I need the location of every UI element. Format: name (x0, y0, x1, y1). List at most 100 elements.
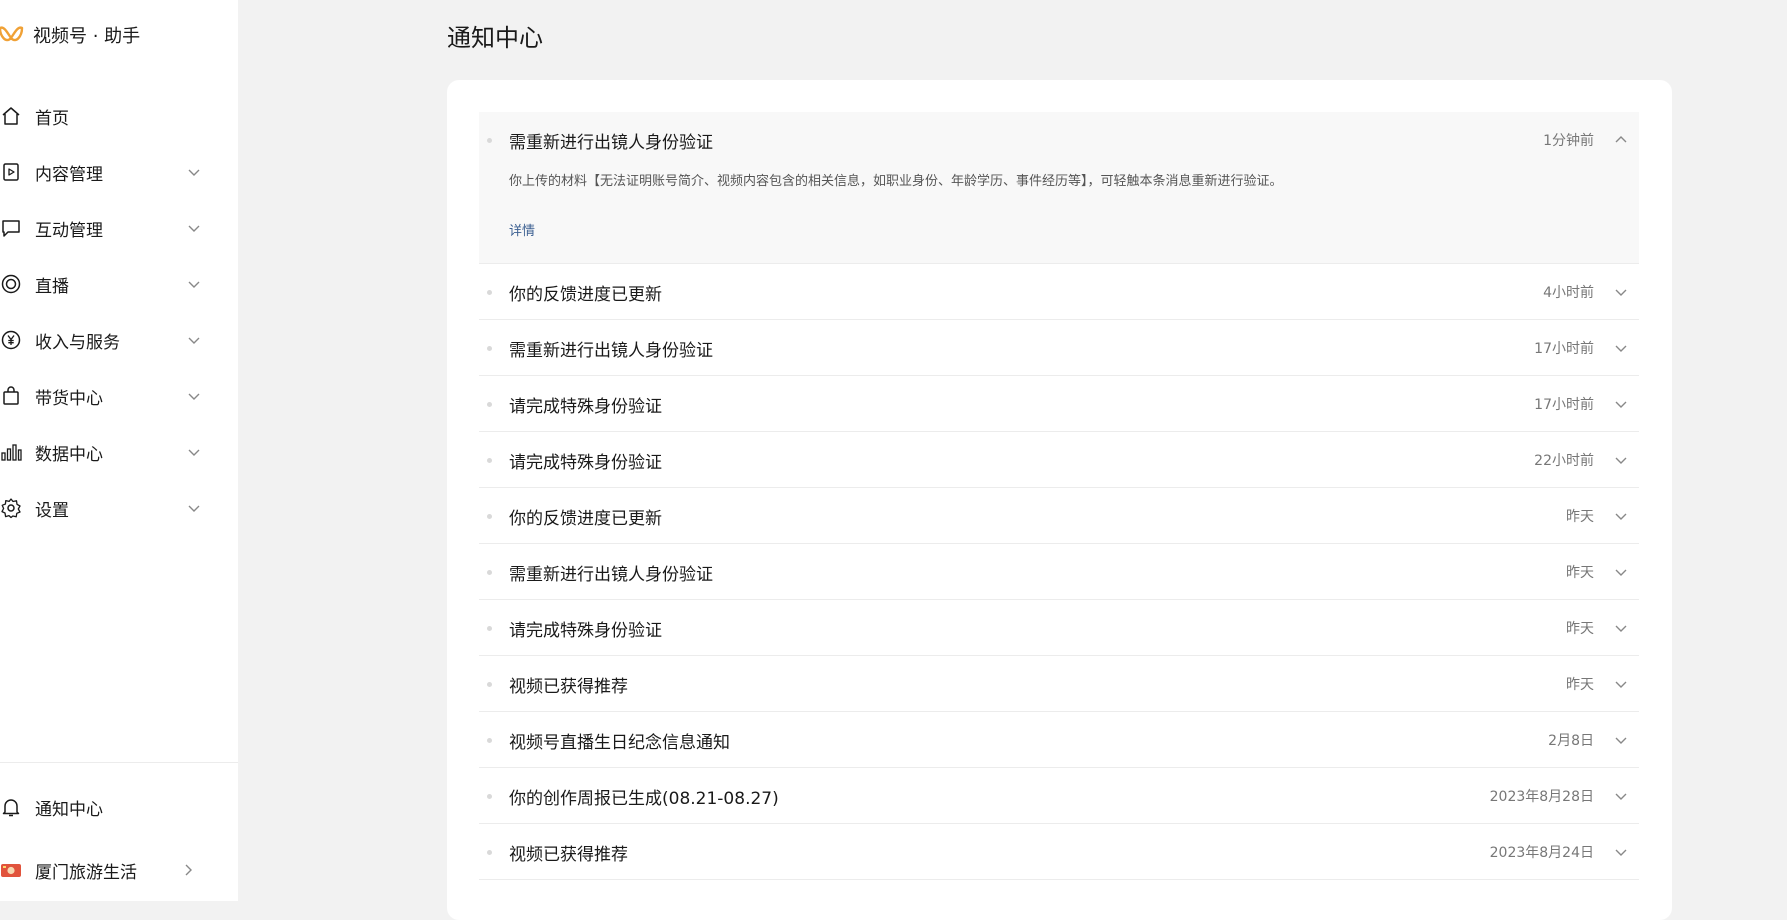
logo-icon (0, 26, 24, 42)
unread-dot (487, 290, 492, 295)
bag-icon (3, 386, 19, 405)
notification-time: 2023年8月28日 (1489, 789, 1594, 805)
unread-dot (487, 626, 492, 631)
notification-item[interactable]: 需重新进行出镜人身份验证 1分钟前 你上传的材料【无法证明账号简介、视频内容包含… (479, 112, 1639, 264)
sidebar-item-notifications[interactable]: 通知中心 (0, 787, 238, 827)
home-icon (2, 107, 20, 125)
sidebar-item-interaction[interactable]: 互动管理 (0, 200, 238, 256)
unread-dot (487, 570, 492, 575)
sidebar-item-label: 数据中心 (35, 444, 103, 465)
notification-item[interactable]: 需重新进行出镜人身份验证 17小时前 (479, 320, 1639, 376)
sidebar-item-income[interactable]: 收入与服务 (0, 312, 238, 368)
notification-list: 需重新进行出镜人身份验证 1分钟前 你上传的材料【无法证明账号简介、视频内容包含… (479, 112, 1639, 880)
sidebar-item-label: 互动管理 (35, 220, 103, 241)
chevron-down-icon (188, 505, 200, 512)
notification-item[interactable]: 请完成特殊身份验证 22小时前 (479, 432, 1639, 488)
sidebar: 视频号 · 助手 首页 内容管理 互动管理 直播 收入与服务 带货中心 数据中心… (0, 0, 238, 901)
sidebar-item-label: 带货中心 (35, 388, 103, 409)
bell-icon (2, 799, 20, 817)
sidebar-item-commerce[interactable]: 带货中心 (0, 368, 238, 424)
chevron-down-icon (188, 393, 200, 400)
notification-time: 17小时前 (1534, 397, 1594, 413)
brand[interactable]: 视频号 · 助手 (0, 20, 140, 50)
chart-icon (1, 444, 22, 461)
unread-dot (487, 138, 492, 143)
sidebar-item-label: 内容管理 (35, 164, 103, 185)
message-icon (2, 220, 20, 237)
sidebar-item-label: 直播 (35, 276, 69, 297)
chevron-down-icon[interactable] (1613, 676, 1629, 692)
sidebar-item-label: 收入与服务 (35, 332, 120, 353)
chevron-down-icon[interactable] (1613, 452, 1629, 468)
chevron-up-icon[interactable] (1613, 132, 1629, 148)
notification-time: 昨天 (1566, 509, 1594, 525)
chevron-down-icon[interactable] (1613, 620, 1629, 636)
notification-title: 需重新进行出镜人身份验证 (509, 341, 713, 361)
notification-title: 需重新进行出镜人身份验证 (509, 565, 713, 585)
account-name: 厦门旅游生活 (35, 862, 137, 883)
content-icon (3, 163, 19, 181)
chevron-down-icon[interactable] (1613, 284, 1629, 300)
sidebar-item-content[interactable]: 内容管理 (0, 144, 238, 200)
sidebar-item-label: 通知中心 (35, 799, 103, 820)
gear-icon (1, 498, 21, 519)
notification-item[interactable]: 视频已获得推荐 昨天 (479, 656, 1639, 712)
detail-link[interactable]: 详情 (509, 220, 535, 239)
main-content: 通知中心 需重新进行出镜人身份验证 1分钟前 你上传的材料【无法证明账号简介、视… (238, 0, 1787, 920)
nav-menu: 首页 内容管理 互动管理 直播 收入与服务 带货中心 数据中心 设置 (0, 88, 238, 536)
sidebar-item-label: 首页 (35, 108, 69, 129)
notification-title: 请完成特殊身份验证 (509, 621, 662, 641)
notification-time: 2月8日 (1548, 733, 1594, 749)
account-switcher[interactable]: 厦门旅游生活 (0, 850, 238, 890)
notification-description: 你上传的材料【无法证明账号简介、视频内容包含的相关信息，如职业身份、年龄学历、事… (509, 174, 1283, 189)
chevron-down-icon[interactable] (1613, 508, 1629, 524)
notification-title: 你的反馈进度已更新 (509, 509, 662, 529)
live-icon (1, 274, 21, 294)
notification-item[interactable]: 你的创作周报已生成(08.21-08.27) 2023年8月28日 (479, 768, 1639, 824)
notification-item[interactable]: 请完成特殊身份验证 17小时前 (479, 376, 1639, 432)
avatar (1, 864, 21, 877)
notification-title: 请完成特殊身份验证 (509, 397, 662, 417)
unread-dot (487, 458, 492, 463)
notification-time: 17小时前 (1534, 341, 1594, 357)
notification-time: 2023年8月24日 (1489, 845, 1594, 861)
sidebar-item-data[interactable]: 数据中心 (0, 424, 238, 480)
notification-item[interactable]: 请完成特殊身份验证 昨天 (479, 600, 1639, 656)
notification-title: 视频已获得推荐 (509, 845, 628, 865)
notification-item[interactable]: 你的反馈进度已更新 昨天 (479, 488, 1639, 544)
notification-item[interactable]: 视频号直播生日纪念信息通知 2月8日 (479, 712, 1639, 768)
notification-title: 需重新进行出镜人身份验证 (509, 133, 713, 153)
unread-dot (487, 402, 492, 407)
notification-card: 需重新进行出镜人身份验证 1分钟前 你上传的材料【无法证明账号简介、视频内容包含… (447, 80, 1672, 920)
chevron-down-icon[interactable] (1613, 732, 1629, 748)
sidebar-item-live[interactable]: 直播 (0, 256, 238, 312)
notification-title: 请完成特殊身份验证 (509, 453, 662, 473)
sidebar-item-settings[interactable]: 设置 (0, 480, 238, 536)
chevron-down-icon[interactable] (1613, 340, 1629, 356)
notification-item[interactable]: 需重新进行出镜人身份验证 昨天 (479, 544, 1639, 600)
notification-time: 22小时前 (1534, 453, 1594, 469)
unread-dot (487, 346, 492, 351)
chevron-down-icon[interactable] (1613, 396, 1629, 412)
brand-title: 视频号 · 助手 (33, 26, 141, 47)
sidebar-item-label: 设置 (35, 500, 69, 521)
chevron-down-icon (188, 225, 200, 232)
chevron-down-icon[interactable] (1613, 844, 1629, 860)
chevron-down-icon[interactable] (1613, 788, 1629, 804)
sidebar-divider (0, 762, 238, 763)
notification-title: 你的反馈进度已更新 (509, 285, 662, 305)
chevron-down-icon (188, 337, 200, 344)
chevron-down-icon (188, 169, 200, 176)
chevron-down-icon[interactable] (1613, 564, 1629, 580)
notification-time: 1分钟前 (1543, 133, 1594, 149)
sidebar-item-home[interactable]: 首页 (0, 88, 238, 144)
notification-item[interactable]: 视频已获得推荐 2023年8月24日 (479, 824, 1639, 880)
unread-dot (487, 514, 492, 519)
notification-title: 你的创作周报已生成(08.21-08.27) (509, 789, 779, 809)
chevron-down-icon (188, 449, 200, 456)
unread-dot (487, 738, 492, 743)
notification-time: 昨天 (1566, 621, 1594, 637)
unread-dot (487, 682, 492, 687)
notification-item[interactable]: 你的反馈进度已更新 4小时前 (479, 264, 1639, 320)
notification-time: 昨天 (1566, 565, 1594, 581)
